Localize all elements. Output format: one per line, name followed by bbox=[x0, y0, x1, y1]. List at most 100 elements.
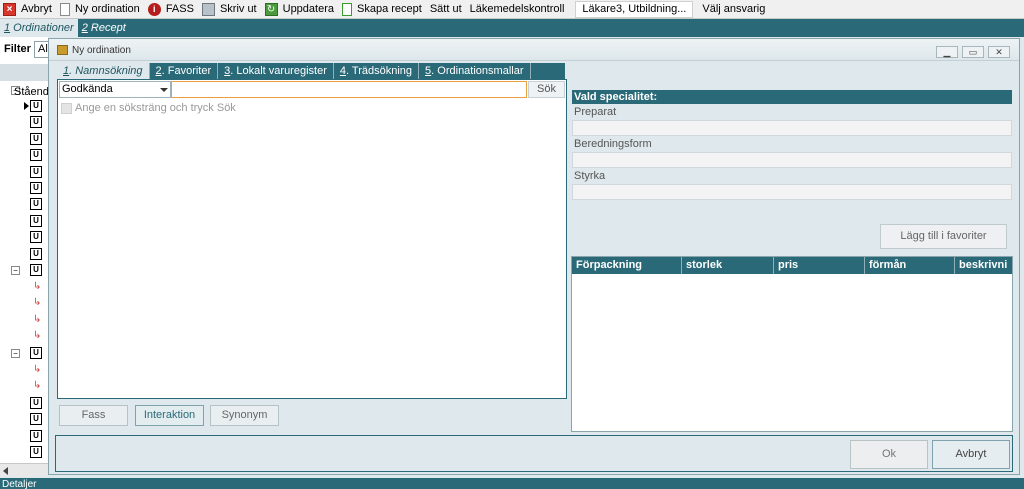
tab-ordinationer[interactable]: 1 Ordinationer bbox=[0, 19, 78, 37]
print-label: Skriv ut bbox=[219, 3, 257, 15]
scroll-left-icon[interactable] bbox=[3, 467, 8, 475]
background-header-strip bbox=[0, 64, 48, 81]
u-badge[interactable]: U bbox=[30, 198, 42, 210]
main-tabs: 1 Ordinationer 2 Recept bbox=[0, 19, 1024, 37]
dialog-title: Ny ordination bbox=[72, 45, 131, 56]
horizontal-scrollbar[interactable] bbox=[0, 463, 48, 477]
drug-check-label: Läkemedelskontroll bbox=[469, 3, 565, 15]
search-input[interactable] bbox=[171, 81, 527, 98]
app-icon bbox=[57, 45, 68, 55]
restore-button[interactable]: ▭ bbox=[962, 46, 984, 58]
u-badge[interactable]: U bbox=[30, 100, 42, 112]
preparat-label: Preparat bbox=[574, 106, 617, 118]
cancel-button[interactable]: Avbryt bbox=[932, 440, 1010, 469]
synonym-button[interactable]: Synonym bbox=[210, 405, 279, 426]
current-user-label: Läkare3, Utbildning... bbox=[582, 3, 687, 15]
preparat-field bbox=[572, 120, 1012, 136]
column-header[interactable]: pris bbox=[774, 257, 865, 274]
minimize-button[interactable]: ▁ bbox=[936, 46, 958, 58]
fass-button[interactable]: i FASS bbox=[145, 0, 199, 19]
tab-namnsokning[interactable]: 1. Namnsökning bbox=[57, 63, 150, 79]
add-to-favorites-button[interactable]: Lägg till i favoriter bbox=[880, 224, 1007, 249]
ny-ordination-label: Ny ordination bbox=[74, 3, 140, 15]
column-header[interactable]: Förpackning bbox=[572, 257, 682, 274]
create-prescription-button[interactable]: Skapa recept bbox=[339, 0, 427, 19]
close-icon: × bbox=[3, 2, 16, 16]
current-user-field[interactable]: Läkare3, Utbildning... bbox=[575, 0, 694, 18]
u-badge[interactable]: U bbox=[30, 166, 42, 178]
fass-label: FASS bbox=[165, 3, 194, 15]
u-badge[interactable]: U bbox=[30, 413, 42, 425]
filter-label: Filter bbox=[4, 43, 31, 55]
prescription-link-icon: ↳ bbox=[33, 364, 42, 375]
styrka-label: Styrka bbox=[574, 170, 606, 182]
print-button[interactable]: Skriv ut bbox=[199, 0, 262, 19]
interaction-button[interactable]: Interaktion bbox=[135, 405, 204, 426]
styrka-field bbox=[572, 184, 1012, 200]
ok-button[interactable]: Ok bbox=[850, 440, 928, 469]
u-badge[interactable]: U bbox=[30, 397, 42, 409]
u-badge[interactable]: U bbox=[30, 248, 42, 260]
tab-favoriter[interactable]: 2. Favoriter bbox=[150, 63, 219, 79]
u-badge[interactable]: U bbox=[30, 116, 42, 128]
printer-icon bbox=[201, 2, 215, 16]
u-badge[interactable]: U bbox=[30, 347, 42, 359]
search-panel: Godkända Sök Ange en söksträng och tryck… bbox=[57, 79, 567, 399]
dialog-titlebar[interactable]: Ny ordination ▁ ▭ ✕ bbox=[49, 39, 1019, 61]
search-button[interactable]: Sök bbox=[528, 81, 565, 98]
ny-ordination-button[interactable]: Ny ordination bbox=[57, 0, 145, 19]
u-badge[interactable]: U bbox=[30, 430, 42, 442]
u-badge[interactable]: U bbox=[30, 264, 42, 276]
tab-recept-label: Recept bbox=[87, 22, 126, 34]
tab-label: . Favoriter bbox=[161, 65, 212, 77]
prescription-link-icon: ↳ bbox=[33, 281, 42, 292]
tab-ordinationer-label: Ordinationer bbox=[10, 22, 74, 34]
discontinue-button[interactable]: Sätt ut bbox=[427, 0, 467, 19]
u-badge[interactable]: U bbox=[30, 231, 42, 243]
tab-label: . Ordinationsmallar bbox=[431, 65, 524, 77]
select-responsible-button[interactable]: Välj ansvarig bbox=[699, 0, 770, 19]
results-list[interactable]: Ange en söksträng och tryck Sök bbox=[59, 100, 565, 116]
fass-dialog-button[interactable]: Fass bbox=[59, 405, 128, 426]
tab-ordinationsmallar[interactable]: 5. Ordinationsmallar bbox=[419, 63, 531, 79]
selected-specialty-header: Vald specialitet: bbox=[572, 90, 1012, 104]
refresh-label: Uppdatera bbox=[282, 3, 334, 15]
main-toolbar: × Avbryt Ny ordination i FASS Skriv ut ↻… bbox=[0, 0, 1024, 19]
refresh-button[interactable]: ↻ Uppdatera bbox=[262, 0, 339, 19]
column-header[interactable]: förmån bbox=[865, 257, 955, 274]
prescription-link-icon: ↳ bbox=[33, 380, 42, 391]
u-badge[interactable]: U bbox=[30, 446, 42, 458]
prescription-link-icon: ↳ bbox=[33, 314, 42, 325]
details-bar[interactable]: Detaljer bbox=[0, 478, 1024, 489]
u-badge[interactable]: U bbox=[30, 133, 42, 145]
avbryt-button[interactable]: × Avbryt bbox=[0, 0, 57, 19]
u-badge[interactable]: U bbox=[30, 182, 42, 194]
search-hint: Ange en söksträng och tryck Sök bbox=[75, 102, 236, 114]
chevron-down-icon[interactable] bbox=[160, 88, 168, 92]
tab-label: . Namnsökning bbox=[69, 65, 143, 77]
column-header[interactable]: beskrivni bbox=[955, 257, 1012, 274]
tab-tradsokning[interactable]: 4. Trädsökning bbox=[334, 63, 420, 79]
u-badge[interactable]: U bbox=[30, 215, 42, 227]
tab-recept[interactable]: 2 Recept bbox=[78, 19, 130, 37]
tab-label: . Trädsökning bbox=[346, 65, 413, 77]
prescription-link-icon: ↳ bbox=[33, 297, 42, 308]
new-ordination-dialog: Ny ordination ▁ ▭ ✕ 1. Namnsökning 2. Fa… bbox=[48, 38, 1020, 475]
tab-lokalt-varuregister[interactable]: 3. Lokalt varuregister bbox=[218, 63, 334, 79]
package-table[interactable]: Förpackning storlek pris förmån beskrivn… bbox=[571, 256, 1013, 432]
column-header[interactable]: storlek bbox=[682, 257, 774, 274]
collapse-icon[interactable]: − bbox=[11, 349, 20, 358]
u-badge[interactable]: U bbox=[30, 149, 42, 161]
create-prescription-label: Skapa recept bbox=[357, 3, 422, 15]
search-tabs: 1. Namnsökning 2. Favoriter 3. Lokalt va… bbox=[57, 63, 565, 79]
beredningsform-label: Beredningsform bbox=[574, 138, 652, 150]
tab-label: . Lokalt varuregister bbox=[230, 65, 327, 77]
collapse-icon[interactable]: − bbox=[11, 266, 20, 275]
beredningsform-field bbox=[572, 152, 1012, 168]
drug-check-button[interactable]: Läkemedelskontroll bbox=[467, 0, 570, 19]
approval-filter-value: Godkända bbox=[62, 83, 113, 95]
row-pointer-icon bbox=[24, 102, 29, 110]
close-button[interactable]: ✕ bbox=[988, 46, 1010, 58]
approval-filter-select[interactable]: Godkända bbox=[59, 81, 171, 98]
package-table-header: Förpackning storlek pris förmån beskrivn… bbox=[572, 257, 1012, 274]
